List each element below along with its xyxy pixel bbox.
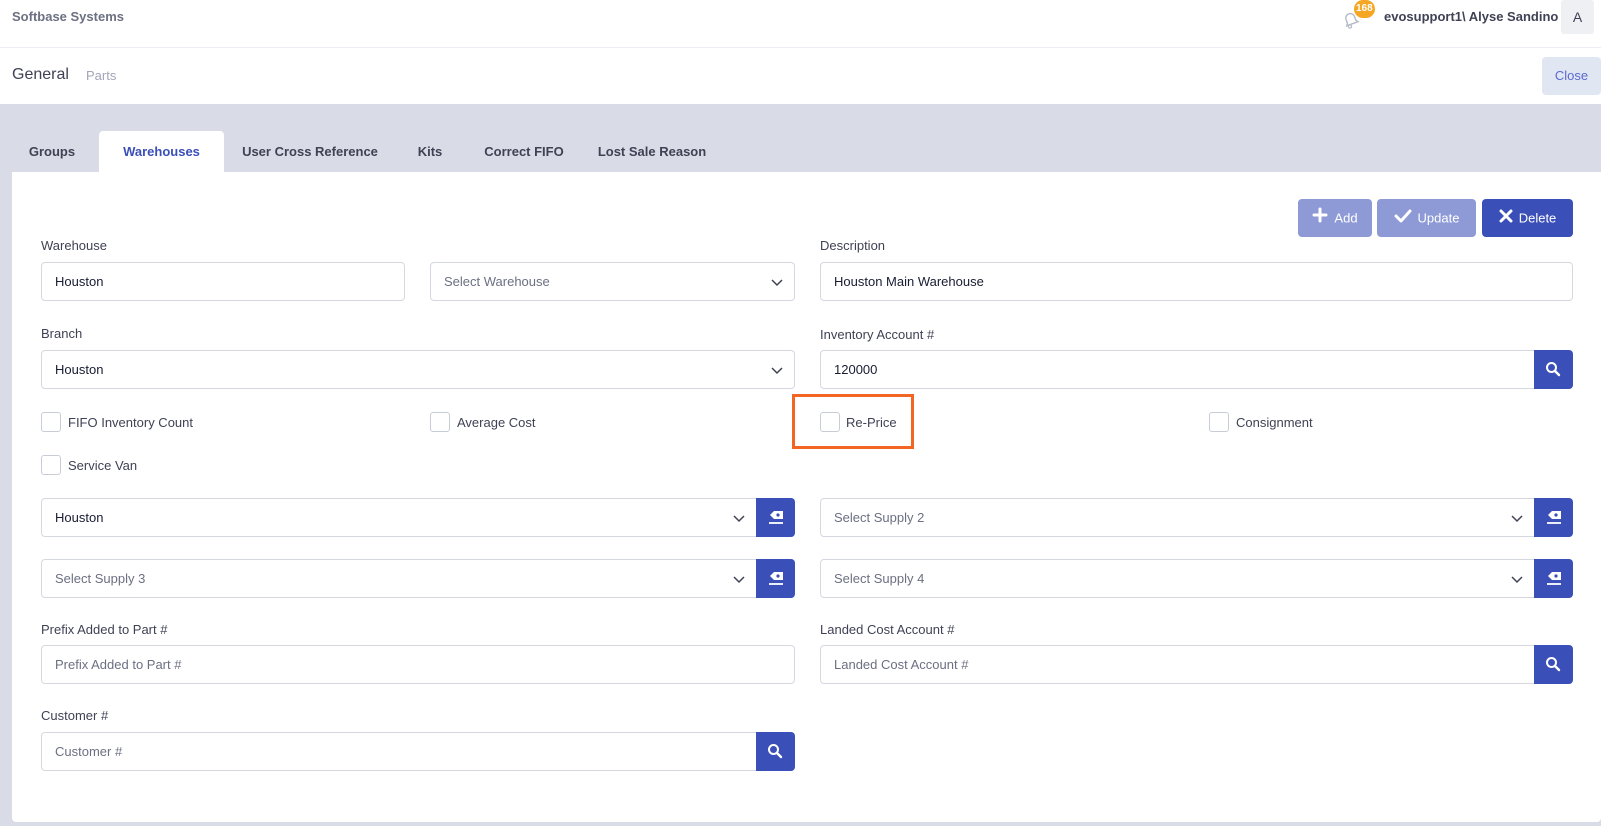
supply-2-dropdown[interactable]: Select Supply 2 — [820, 498, 1535, 537]
x-icon — [1499, 200, 1513, 238]
re-price-highlight — [792, 394, 914, 449]
eraser-icon — [1547, 511, 1561, 524]
supply-2-clear-button[interactable] — [1534, 498, 1573, 537]
average-cost-label: Average Cost — [457, 415, 536, 430]
chevron-down-icon — [1511, 515, 1523, 523]
check-icon — [1394, 200, 1412, 238]
supply-3-dropdown[interactable]: Select Supply 3 — [41, 559, 757, 598]
supply-2-placeholder: Select Supply 2 — [834, 510, 925, 525]
notification-count-badge[interactable]: 168 — [1354, 0, 1375, 18]
chevron-down-icon — [771, 367, 783, 375]
tab-kits[interactable]: Kits — [396, 131, 464, 172]
supply-1-value: Houston — [55, 510, 104, 525]
search-icon — [1546, 362, 1561, 377]
landed-cost-label: Landed Cost Account # — [820, 622, 955, 637]
supply-3-placeholder: Select Supply 3 — [55, 571, 146, 586]
page-header: General Parts Close — [0, 48, 1601, 104]
chevron-down-icon — [1511, 576, 1523, 584]
fifo-inventory-count-checkbox[interactable] — [41, 412, 61, 432]
update-button[interactable]: Update — [1377, 199, 1476, 237]
tab-lost-sale-reason[interactable]: Lost Sale Reason — [584, 131, 720, 172]
description-label: Description — [820, 238, 886, 253]
supply-1-clear-button[interactable] — [756, 498, 795, 537]
landed-cost-input[interactable]: Landed Cost Account # — [820, 645, 1535, 684]
inventory-account-search-button[interactable] — [1534, 350, 1573, 389]
warehouse-label: Warehouse — [41, 238, 107, 253]
inventory-account-input[interactable]: 120000 — [820, 350, 1535, 389]
fifo-inventory-count-label: FIFO Inventory Count — [68, 415, 193, 430]
page-title: General — [12, 66, 69, 83]
branch-value: Houston — [55, 362, 104, 377]
tab-warehouses[interactable]: Warehouses — [99, 131, 224, 172]
chevron-down-icon — [733, 515, 745, 523]
prefix-input[interactable]: Prefix Added to Part # — [41, 645, 795, 684]
tab-correct-fifo[interactable]: Correct FIFO — [468, 131, 580, 172]
eraser-icon — [769, 511, 783, 524]
select-warehouse-text: Select Warehouse — [444, 274, 550, 289]
prefix-label: Prefix Added to Part # — [41, 622, 168, 637]
consignment-checkbox[interactable] — [1209, 412, 1229, 432]
supply-4-dropdown[interactable]: Select Supply 4 — [820, 559, 1535, 598]
service-van-label: Service Van — [68, 458, 138, 473]
breadcrumb[interactable]: Parts — [86, 68, 116, 83]
plus-icon — [1312, 200, 1328, 238]
branch-label: Branch — [41, 326, 83, 341]
chevron-down-icon — [733, 576, 745, 584]
chevron-down-icon — [771, 279, 783, 287]
inventory-account-label: Inventory Account # — [820, 327, 935, 342]
tab-groups[interactable]: Groups — [12, 131, 92, 172]
eraser-icon — [769, 572, 783, 585]
delete-button-label: Delete — [1518, 210, 1557, 226]
warehouse-input[interactable]: Houston — [41, 262, 405, 301]
supply-3-clear-button[interactable] — [756, 559, 795, 598]
service-van-checkbox[interactable] — [41, 455, 61, 475]
update-button-label: Update — [1417, 210, 1460, 226]
eraser-icon — [1547, 572, 1561, 585]
description-input[interactable]: Houston Main Warehouse — [820, 262, 1573, 301]
search-icon — [1546, 657, 1561, 672]
landed-cost-search-button[interactable] — [1534, 645, 1573, 684]
user-name[interactable]: evosupport1\ Alyse Sandino — [1384, 9, 1558, 24]
avatar[interactable]: A — [1561, 0, 1594, 34]
delete-button[interactable]: Delete — [1482, 199, 1573, 237]
select-warehouse-dropdown[interactable]: Select Warehouse — [430, 262, 795, 301]
branch-dropdown[interactable]: Houston — [41, 350, 795, 389]
customer-input[interactable]: Customer # — [41, 732, 757, 771]
supply-1-dropdown[interactable]: Houston — [41, 498, 757, 537]
supply-4-placeholder: Select Supply 4 — [834, 571, 925, 586]
close-button[interactable]: Close — [1542, 57, 1601, 95]
add-button[interactable]: Add — [1298, 199, 1372, 237]
average-cost-checkbox[interactable] — [430, 412, 450, 432]
add-button-label: Add — [1334, 210, 1358, 226]
search-icon — [768, 744, 783, 759]
brand-name: Softbase Systems — [12, 9, 124, 24]
customer-label: Customer # — [41, 708, 109, 723]
tab-user-cross-reference[interactable]: User Cross Reference — [228, 131, 392, 172]
consignment-label: Consignment — [1236, 415, 1313, 430]
customer-search-button[interactable] — [756, 732, 795, 771]
top-bar: Softbase Systems 168 evosupport1\ Alyse … — [0, 0, 1601, 48]
supply-4-clear-button[interactable] — [1534, 559, 1573, 598]
